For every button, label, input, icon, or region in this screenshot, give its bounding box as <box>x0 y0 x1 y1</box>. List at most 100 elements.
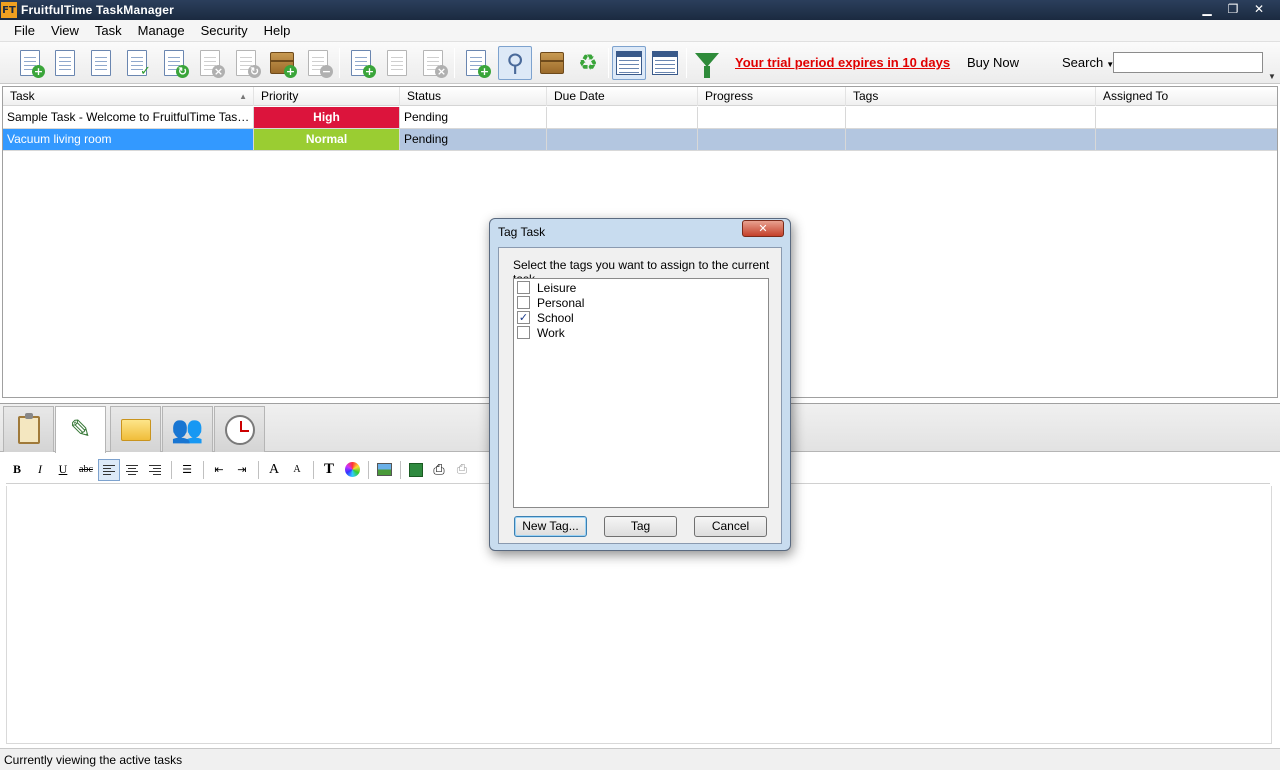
filter-button[interactable] <box>690 46 724 80</box>
tag-checkbox-personal[interactable] <box>517 296 530 309</box>
tag-label: School <box>537 310 574 325</box>
delete-subtask-button[interactable]: × <box>416 46 450 80</box>
priority-cell[interactable]: High <box>254 107 400 128</box>
column-header-priority[interactable]: Priority <box>254 87 400 106</box>
dialog-title: Tag Task <box>498 225 546 239</box>
menu-security[interactable]: Security <box>193 20 256 42</box>
buy-now-button[interactable]: Buy Now <box>967 55 1019 70</box>
progress-cell[interactable] <box>698 107 846 128</box>
remove-box-button[interactable]: − <box>301 46 335 80</box>
column-header-assigned-to[interactable]: Assigned To <box>1096 87 1277 106</box>
due-date-cell[interactable] <box>547 107 698 128</box>
assigned-to-cell[interactable] <box>1096 107 1277 128</box>
cancel-button[interactable]: Cancel <box>694 516 767 537</box>
column-header-status[interactable]: Status <box>400 87 547 106</box>
toolbar-overflow-icon[interactable]: ▼ <box>1268 72 1276 81</box>
save-button[interactable] <box>405 459 427 481</box>
tag-checkbox-school[interactable]: ✓ <box>517 311 530 324</box>
priority-cell[interactable]: Normal <box>254 129 400 150</box>
active-view-button[interactable] <box>612 46 646 80</box>
align-center-button[interactable] <box>121 459 143 481</box>
table-row[interactable]: Sample Task - Welcome to FruitfulTime Ta… <box>3 107 1277 129</box>
new-task-button[interactable]: + <box>13 46 47 80</box>
menu-task[interactable]: Task <box>87 20 130 42</box>
italic-button[interactable]: I <box>29 459 51 481</box>
table-row[interactable]: Vacuum living room Normal Pending <box>3 129 1277 151</box>
column-header-progress[interactable]: Progress <box>698 87 846 106</box>
edit-task-icon <box>91 50 111 76</box>
list-item[interactable]: ✓ School <box>517 310 574 325</box>
print-preview-button[interactable]: ⎙ <box>451 459 473 481</box>
image-icon <box>376 463 392 476</box>
bullet-list-button[interactable]: ☰ <box>176 459 198 481</box>
outdent-button[interactable]: ⇤ <box>208 459 230 481</box>
complete-subtask-button[interactable] <box>380 46 414 80</box>
task-list-button[interactable] <box>48 46 82 80</box>
tag-button[interactable]: Tag <box>604 516 677 537</box>
tab-time[interactable] <box>214 406 265 452</box>
minimize-button[interactable]: ▁ <box>1194 0 1220 18</box>
list-item[interactable]: Leisure <box>517 280 576 295</box>
font-button[interactable]: T <box>318 459 340 481</box>
column-header-task[interactable]: Task ▲ <box>3 87 254 106</box>
tags-cell[interactable] <box>846 107 1096 128</box>
tab-contacts[interactable]: 👥 <box>162 406 213 452</box>
detail-view-button[interactable] <box>648 46 682 80</box>
due-date-cell[interactable] <box>547 129 698 150</box>
archive-button[interactable]: ↻ <box>229 46 263 80</box>
menu-file[interactable]: File <box>6 20 43 42</box>
close-window-button[interactable]: ✕ <box>1246 0 1272 18</box>
tags-cell[interactable] <box>846 129 1096 150</box>
menu-bar: File View Task Manage Security Help <box>0 20 1280 42</box>
column-header-due-date[interactable]: Due Date <box>547 87 698 106</box>
menu-view[interactable]: View <box>43 20 87 42</box>
color-button[interactable] <box>341 459 363 481</box>
task-name-cell[interactable]: Vacuum living room <box>3 129 254 150</box>
list-item[interactable]: Personal <box>517 295 584 310</box>
dialog-close-button[interactable]: ✕ <box>742 220 784 237</box>
align-right-button[interactable] <box>144 459 166 481</box>
add-box-button[interactable]: + <box>265 46 299 80</box>
recycle-bin-button[interactable]: ♻ <box>571 46 605 80</box>
window-title: FruitfulTime TaskManager <box>21 3 175 17</box>
list-item[interactable]: Work <box>517 325 565 340</box>
archive-box-button[interactable] <box>535 46 569 80</box>
add-subtask-button[interactable]: + <box>344 46 378 80</box>
underline-button[interactable]: U <box>52 459 74 481</box>
print-button[interactable]: ⎙ <box>428 459 450 481</box>
font-shrink-button[interactable]: A <box>286 459 308 481</box>
complete-task-button[interactable]: ✓ <box>120 46 154 80</box>
indent-button[interactable]: ⇥ <box>231 459 253 481</box>
edit-task-button[interactable] <box>84 46 118 80</box>
insert-image-button[interactable] <box>373 459 395 481</box>
new-tag-button[interactable]: New Tag... <box>514 516 587 537</box>
column-header-tags[interactable]: Tags <box>846 87 1096 106</box>
tab-attachments[interactable] <box>110 406 161 452</box>
color-wheel-icon <box>344 462 360 477</box>
search-input[interactable] <box>1113 52 1263 73</box>
font-grow-button[interactable]: A <box>263 459 285 481</box>
align-left-icon <box>103 464 115 475</box>
delete-task-button[interactable]: × <box>193 46 227 80</box>
tag-checkbox-leisure[interactable] <box>517 281 530 294</box>
menu-manage[interactable]: Manage <box>130 20 193 42</box>
trial-expiry-link[interactable]: Your trial period expires in 10 days <box>735 55 950 70</box>
strikethrough-button[interactable]: abc <box>75 459 97 481</box>
tab-edit[interactable]: ✎ <box>55 406 106 453</box>
status-cell[interactable]: Pending <box>400 129 547 150</box>
bullet-list-icon: ☰ <box>182 463 192 476</box>
recycle-task-button[interactable]: ↻ <box>157 46 191 80</box>
progress-cell[interactable] <box>698 129 846 150</box>
new-note-button[interactable]: + <box>459 46 493 80</box>
align-left-button[interactable] <box>98 458 120 481</box>
search-dropdown[interactable]: Search ▼ <box>1062 55 1114 70</box>
bold-button[interactable]: B <box>6 459 28 481</box>
highlight-button[interactable]: ⚲ <box>498 46 532 80</box>
status-cell[interactable]: Pending <box>400 107 547 128</box>
assigned-to-cell[interactable] <box>1096 129 1277 150</box>
tag-checkbox-work[interactable] <box>517 326 530 339</box>
tab-notes[interactable] <box>3 406 54 452</box>
task-name-cell[interactable]: Sample Task - Welcome to FruitfulTime Ta… <box>3 107 254 128</box>
menu-help[interactable]: Help <box>256 20 299 42</box>
restore-button[interactable]: ❐ <box>1220 0 1246 18</box>
